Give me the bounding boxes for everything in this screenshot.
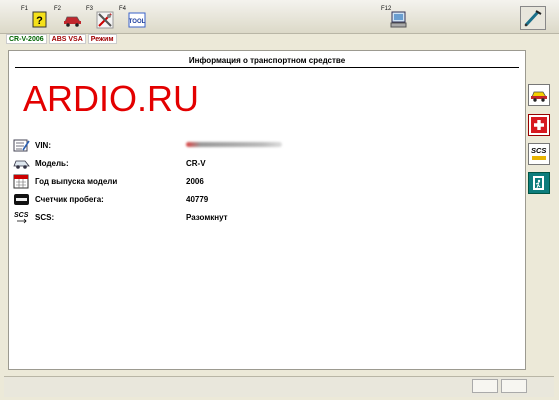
computer-icon bbox=[390, 11, 407, 27]
vin-row: VIN: bbox=[13, 138, 513, 154]
tab-abs-vsa[interactable]: ABS VSA bbox=[48, 34, 86, 44]
model-label: Модель: bbox=[35, 159, 69, 168]
scs-value: Разомкнут bbox=[186, 213, 228, 222]
vehicle-info-panel: Информация о транспортном средстве ARDIO… bbox=[8, 50, 526, 370]
vin-value-redacted bbox=[186, 142, 282, 147]
odometer-value: 40779 bbox=[186, 195, 209, 204]
exit-icon bbox=[533, 176, 544, 190]
watermark-text: ARDIO.RU bbox=[23, 78, 200, 119]
f2-label: F2 bbox=[54, 6, 62, 12]
title-divider bbox=[15, 67, 519, 68]
tools-icon bbox=[96, 11, 113, 28]
help-icon: ? bbox=[32, 11, 47, 28]
scs-icon: SCS bbox=[14, 212, 29, 224]
year-label: Год выпуска модели bbox=[35, 177, 118, 186]
tool-button[interactable]: TOOL bbox=[127, 10, 146, 29]
svg-text:?: ? bbox=[36, 15, 43, 27]
help-button[interactable]: ? bbox=[30, 10, 49, 29]
vin-label: VIN: bbox=[35, 141, 51, 150]
odometer-row: Счетчик пробега: 40779 bbox=[13, 192, 513, 208]
scs-row: SCS SCS: Разомкнут bbox=[13, 210, 513, 226]
calendar-icon bbox=[13, 174, 29, 189]
odometer-label: Счетчик пробега: bbox=[35, 195, 104, 204]
vehicle-button[interactable] bbox=[63, 10, 82, 29]
toolbar: F1 ? F2 F3 F4 TOOL F12 bbox=[0, 0, 559, 34]
model-value: CR-V bbox=[186, 159, 206, 168]
model-row: Модель: CR-V bbox=[13, 156, 513, 172]
status-box-2 bbox=[501, 379, 527, 393]
car-info-button[interactable] bbox=[528, 84, 550, 106]
vehicle-icon bbox=[64, 16, 81, 27]
system-tabs: CR-V-2006 ABS VSA Режим bbox=[6, 34, 117, 44]
diagnostic-pen-button[interactable] bbox=[520, 6, 546, 30]
tools-button[interactable] bbox=[95, 10, 114, 29]
car-icon bbox=[13, 160, 30, 169]
computer-button[interactable] bbox=[389, 10, 408, 29]
panel-title: Информация о транспортном средстве bbox=[188, 56, 346, 65]
tab-mode[interactable]: Режим bbox=[87, 34, 117, 44]
tool-icon: TOOL bbox=[128, 12, 145, 27]
f3-label: F3 bbox=[86, 6, 94, 12]
exit-button[interactable] bbox=[528, 172, 550, 194]
first-aid-icon bbox=[531, 117, 547, 133]
status-box-1 bbox=[472, 379, 498, 393]
svg-text:SCS: SCS bbox=[14, 212, 29, 219]
car-info-icon bbox=[531, 91, 547, 102]
diagnostic-pen-icon bbox=[524, 10, 542, 27]
odometer-icon bbox=[14, 194, 29, 205]
tab-model[interactable]: CR-V-2006 bbox=[6, 34, 47, 44]
f4-label: F4 bbox=[119, 6, 127, 12]
first-aid-button[interactable] bbox=[528, 114, 550, 136]
vin-icon bbox=[13, 139, 30, 152]
scs-button[interactable]: SCS bbox=[528, 143, 550, 165]
svg-text:TOOL: TOOL bbox=[128, 19, 145, 25]
scs-label: SCS: bbox=[35, 213, 55, 222]
status-bar bbox=[4, 376, 554, 397]
scs-side-icon: SCS bbox=[531, 146, 546, 160]
svg-text:SCS: SCS bbox=[531, 146, 546, 155]
f1-label: F1 bbox=[21, 6, 29, 12]
year-value: 2006 bbox=[186, 177, 204, 186]
year-row: Год выпуска модели 2006 bbox=[13, 174, 513, 190]
